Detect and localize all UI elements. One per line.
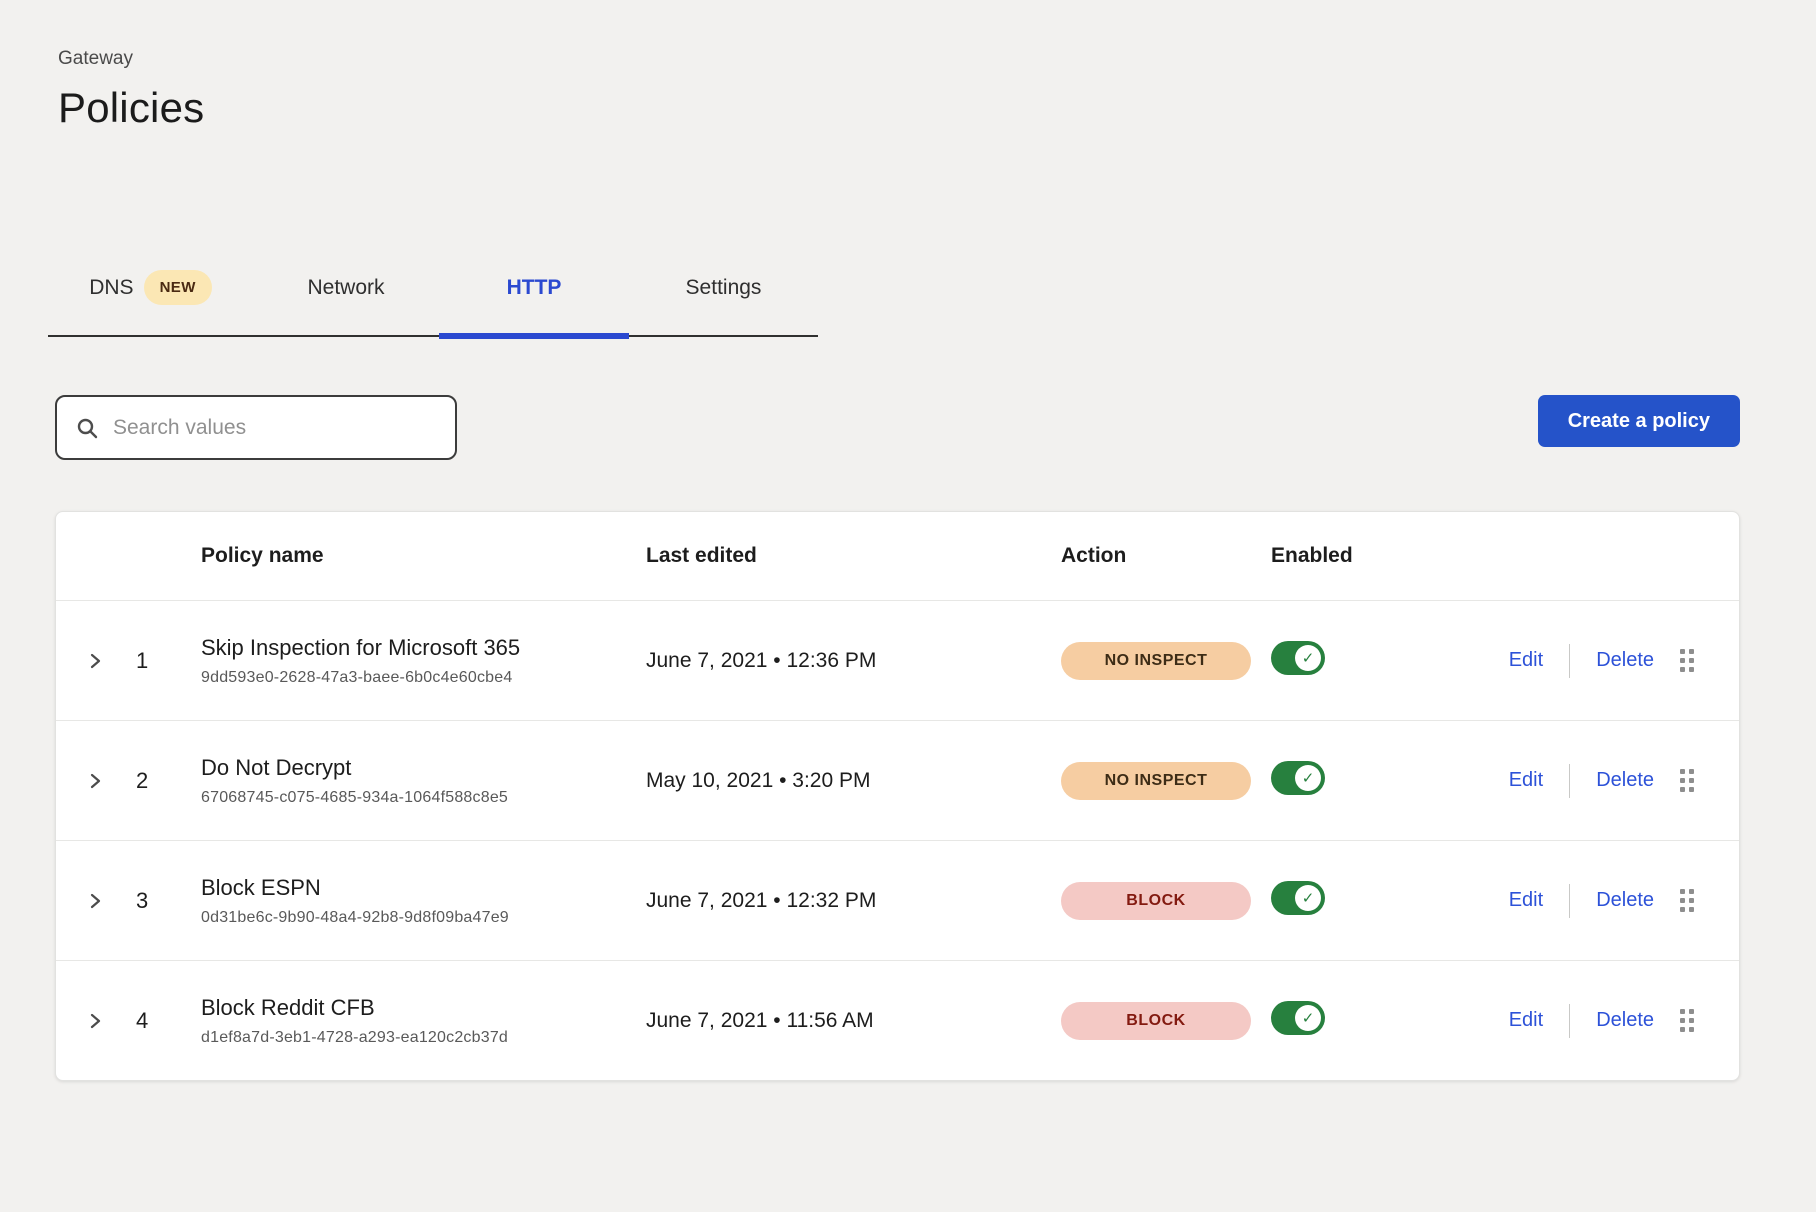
enabled-toggle[interactable]: ✓ [1271, 761, 1325, 795]
row-number: 1 [136, 648, 201, 674]
last-edited-value: June 7, 2021 • 12:32 PM [646, 889, 1061, 913]
check-icon: ✓ [1295, 645, 1321, 671]
last-edited-value: June 7, 2021 • 11:56 AM [646, 1009, 1061, 1033]
action-badge: BLOCK [1061, 1002, 1251, 1040]
breadcrumb: Gateway [58, 48, 1816, 70]
search-icon [75, 416, 99, 440]
edit-link[interactable]: Edit [1509, 769, 1543, 792]
divider [1569, 644, 1570, 678]
table-header-row: Policy name Last edited Action Enabled [56, 512, 1739, 600]
policy-name: Do Not Decrypt [201, 754, 646, 782]
row-number: 2 [136, 768, 201, 794]
tab-dns[interactable]: DNS NEW [48, 270, 253, 335]
divider [1569, 1004, 1570, 1038]
action-badge: NO INSPECT [1061, 642, 1251, 680]
column-header-action: Action [1061, 544, 1271, 568]
tab-settings-label: Settings [686, 276, 762, 300]
enabled-toggle[interactable]: ✓ [1271, 641, 1325, 675]
edit-link[interactable]: Edit [1509, 649, 1543, 672]
check-icon: ✓ [1295, 885, 1321, 911]
column-header-last-edited: Last edited [646, 544, 1061, 568]
drag-handle-icon[interactable] [1680, 1009, 1694, 1032]
action-badge: BLOCK [1061, 882, 1251, 920]
policy-uuid: d1ef8a7d-3eb1-4728-a293-ea120c2cb37d [201, 1029, 646, 1047]
enabled-toggle[interactable]: ✓ [1271, 1001, 1325, 1035]
policy-name: Skip Inspection for Microsoft 365 [201, 634, 646, 662]
tab-settings[interactable]: Settings [629, 270, 818, 335]
column-header-policy-name: Policy name [201, 544, 646, 568]
tab-bar: DNS NEW Network HTTP Settings [48, 270, 818, 337]
expand-chevron-icon[interactable] [88, 889, 104, 913]
table-row: 1 Skip Inspection for Microsoft 365 9dd5… [56, 600, 1739, 720]
policy-uuid: 9dd593e0-2628-47a3-baee-6b0c4e60cbe4 [201, 669, 646, 687]
expand-chevron-icon[interactable] [88, 769, 104, 793]
divider [1569, 884, 1570, 918]
tab-http[interactable]: HTTP [439, 270, 629, 335]
gateway-policies-page: Gateway Policies DNS NEW Network HTTP Se… [0, 48, 1816, 1212]
row-number: 4 [136, 1008, 201, 1034]
edit-link[interactable]: Edit [1509, 889, 1543, 912]
policy-uuid: 0d31be6c-9b90-48a4-92b8-9d8f09ba47e9 [201, 909, 646, 927]
last-edited-value: June 7, 2021 • 12:36 PM [646, 649, 1061, 673]
delete-link[interactable]: Delete [1596, 889, 1654, 912]
last-edited-value: May 10, 2021 • 3:20 PM [646, 769, 1061, 793]
new-badge: NEW [144, 270, 212, 305]
page-header: Gateway Policies [58, 48, 1816, 132]
policy-name: Block Reddit CFB [201, 994, 646, 1022]
drag-handle-icon[interactable] [1680, 769, 1694, 792]
create-policy-button[interactable]: Create a policy [1538, 395, 1740, 447]
action-badge: NO INSPECT [1061, 762, 1251, 800]
table-row: 2 Do Not Decrypt 67068745-c075-4685-934a… [56, 720, 1739, 840]
check-icon: ✓ [1295, 1005, 1321, 1031]
drag-handle-icon[interactable] [1680, 889, 1694, 912]
table-row: 4 Block Reddit CFB d1ef8a7d-3eb1-4728-a2… [56, 960, 1739, 1080]
tab-network[interactable]: Network [253, 270, 439, 335]
row-number: 3 [136, 888, 201, 914]
check-icon: ✓ [1295, 765, 1321, 791]
delete-link[interactable]: Delete [1596, 769, 1654, 792]
policy-uuid: 67068745-c075-4685-934a-1064f588c8e5 [201, 789, 646, 807]
policy-name: Block ESPN [201, 874, 646, 902]
search-box[interactable] [55, 395, 457, 460]
expand-chevron-icon[interactable] [88, 1009, 104, 1033]
tab-dns-label: DNS [89, 276, 133, 300]
tab-http-label: HTTP [507, 276, 562, 300]
tab-network-label: Network [307, 276, 384, 300]
divider [1569, 764, 1570, 798]
delete-link[interactable]: Delete [1596, 649, 1654, 672]
search-input[interactable] [113, 416, 437, 440]
drag-handle-icon[interactable] [1680, 649, 1694, 672]
column-header-enabled: Enabled [1271, 544, 1446, 568]
policies-table: Policy name Last edited Action Enabled 1… [55, 511, 1740, 1081]
table-row: 3 Block ESPN 0d31be6c-9b90-48a4-92b8-9d8… [56, 840, 1739, 960]
toolbar: Create a policy [55, 395, 1740, 460]
edit-link[interactable]: Edit [1509, 1009, 1543, 1032]
delete-link[interactable]: Delete [1596, 1009, 1654, 1032]
expand-chevron-icon[interactable] [88, 649, 104, 673]
enabled-toggle[interactable]: ✓ [1271, 881, 1325, 915]
page-title: Policies [58, 84, 1816, 132]
